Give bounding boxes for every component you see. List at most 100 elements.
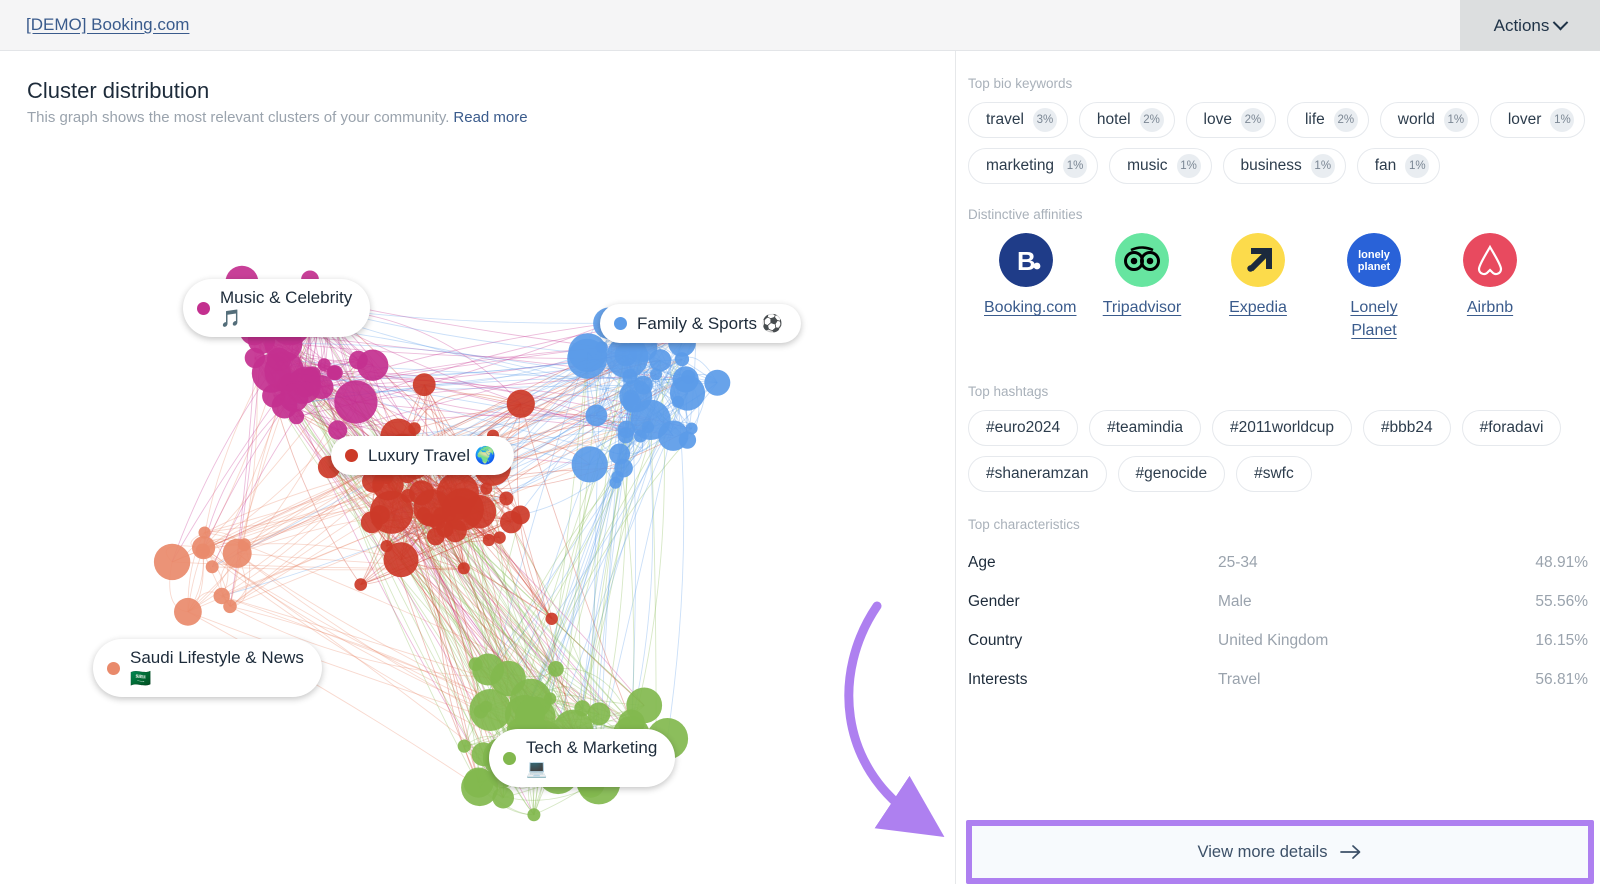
graph-node[interactable] [506, 389, 535, 418]
airbnb-logo-icon [1463, 233, 1517, 287]
graph-node[interactable] [222, 538, 252, 568]
graph-node[interactable] [205, 560, 219, 574]
graph-node[interactable] [271, 392, 298, 419]
cluster-label-saudi-lifestyle-news[interactable]: Saudi Lifestyle & News 🇸🇦 [93, 639, 322, 698]
cluster-label-text: Music & Celebrity 🎵 [220, 288, 353, 329]
graph-node[interactable] [153, 543, 191, 581]
graph-node[interactable] [480, 700, 492, 713]
hashtag-pill[interactable]: #shaneramzan [968, 456, 1107, 492]
graph-node[interactable] [493, 531, 506, 544]
graph-node[interactable] [334, 380, 378, 424]
graph-node[interactable] [622, 393, 642, 413]
cluster-dot-icon [197, 301, 210, 315]
content-area: Cluster distribution This graph shows th… [0, 51, 1600, 884]
bio-keyword-percent: 1% [1176, 154, 1201, 178]
graph-node[interactable] [480, 482, 493, 495]
cluster-label-music-celebrity[interactable]: Music & Celebrity 🎵 [183, 279, 371, 338]
graph-node[interactable] [195, 543, 210, 558]
affinity-name[interactable]: Lonely Planet [1332, 296, 1416, 342]
cluster-label-tech-marketing[interactable]: Tech & Marketing 💻 [489, 729, 676, 788]
graph-node[interactable] [500, 510, 523, 534]
bio-keyword-percent: 2% [1240, 108, 1265, 132]
cluster-dot-icon [614, 317, 627, 331]
graph-node[interactable] [671, 395, 685, 408]
hashtag-pill[interactable]: #2011worldcup [1211, 410, 1352, 446]
cluster-label-family-sports[interactable]: Family & Sports ⚽ [600, 304, 801, 344]
cluster-dot-icon [107, 661, 120, 675]
graph-node[interactable] [685, 422, 698, 435]
graph-node[interactable] [482, 533, 495, 547]
characteristic-percent: 56.81% [1535, 670, 1588, 688]
graph-node[interactable] [380, 540, 393, 553]
bio-keyword-pill[interactable]: travel 3% [968, 102, 1068, 138]
bio-keyword-pill[interactable]: love 2% [1185, 102, 1276, 138]
graph-node[interactable] [641, 421, 655, 434]
affinity-name[interactable]: Tripadvisor [1103, 296, 1182, 319]
graph-node[interactable] [174, 597, 202, 626]
graph-node[interactable] [545, 612, 558, 625]
bio-keyword-pill[interactable]: business 1% [1222, 148, 1346, 184]
graph-node[interactable] [704, 369, 731, 396]
graph-node[interactable] [198, 526, 211, 539]
bio-keyword-pill[interactable]: world 1% [1379, 102, 1479, 138]
graph-node[interactable] [223, 599, 237, 614]
actions-button[interactable]: Actions [1460, 0, 1600, 51]
graph-node[interactable] [595, 341, 608, 354]
bio-keyword-pill[interactable]: hotel 2% [1078, 102, 1175, 138]
bio-keyword-pill[interactable]: marketing 1% [968, 148, 1099, 184]
bio-keyword-word: lover [1507, 111, 1542, 128]
booking-logo-icon: B [999, 233, 1053, 287]
graph-node[interactable] [468, 657, 483, 672]
read-more-link[interactable]: Read more [453, 109, 527, 126]
graph-node[interactable] [357, 349, 389, 381]
graph-node[interactable] [658, 420, 689, 451]
affinity-item-airbnb[interactable]: Airbnb [1432, 233, 1548, 342]
graph-node[interactable] [649, 349, 672, 372]
hashtag-pill[interactable]: #euro2024 [968, 410, 1079, 446]
affinity-name[interactable]: Expedia [1229, 296, 1287, 319]
bio-keyword-pill[interactable]: lover 1% [1489, 102, 1586, 138]
cluster-label-text: Tech & Marketing 💻 [526, 738, 658, 779]
graph-node[interactable] [585, 404, 608, 427]
affinity-item-tripadvisor[interactable]: Tripadvisor [1084, 233, 1200, 342]
graph-node[interactable] [548, 661, 564, 677]
bio-keyword-word: travel [986, 111, 1024, 128]
bio-keyword-pill[interactable]: life 2% [1286, 102, 1369, 138]
hashtag-pill[interactable]: #swfc [1236, 456, 1312, 492]
graph-node[interactable] [571, 446, 608, 483]
graph-node[interactable] [527, 808, 541, 822]
graph-node[interactable] [457, 739, 471, 753]
affinity-item-lonely-planet[interactable]: lonely planet Lonely Planet [1316, 233, 1432, 342]
top-bio-keywords-section: Top bio keywords travel 3% hotel 2% love 2% li… [968, 76, 1588, 184]
graph-node[interactable] [634, 375, 653, 395]
hashtag-pill[interactable]: #foradavi [1461, 410, 1562, 446]
affinity-name[interactable]: Booking.com [984, 296, 1077, 319]
graph-node[interactable] [354, 578, 368, 591]
cluster-label-luxury-travel[interactable]: Luxury Travel 🌍 [331, 436, 514, 476]
graph-node[interactable] [617, 420, 636, 439]
graph-node[interactable] [297, 381, 314, 398]
affinity-item-expedia[interactable]: Expedia [1200, 233, 1316, 342]
graph-node[interactable] [327, 365, 343, 381]
graph-node[interactable] [412, 373, 436, 397]
graph-node[interactable] [447, 496, 472, 520]
graph-node[interactable] [492, 786, 514, 809]
graph-node[interactable] [609, 443, 631, 465]
graph-node[interactable] [499, 491, 514, 506]
hashtag-pill[interactable]: #genocide [1117, 456, 1226, 492]
hashtag-pill[interactable]: #bbb24 [1362, 410, 1451, 446]
affinity-item-booking-com[interactable]: B Booking.com [968, 233, 1084, 342]
characteristic-percent: 48.91% [1535, 553, 1588, 571]
bio-keyword-pill[interactable]: music 1% [1109, 148, 1212, 184]
graph-node[interactable] [457, 562, 470, 575]
account-title-link[interactable]: [DEMO] Booking.com [26, 15, 189, 35]
bio-keyword-list: travel 3% hotel 2% love 2% life 2% world 1% lover 1… [968, 102, 1588, 184]
hashtag-pill[interactable]: #teamindia [1089, 410, 1201, 446]
affinity-name[interactable]: Airbnb [1467, 296, 1513, 319]
svg-text:B: B [1017, 246, 1036, 276]
cluster-network-graph[interactable] [0, 146, 955, 884]
characteristic-row: Gender Male 55.56% [968, 582, 1588, 621]
graph-node[interactable] [443, 518, 467, 543]
bio-keyword-pill[interactable]: fan 1% [1356, 148, 1441, 184]
view-more-details-button[interactable]: View more details [972, 826, 1588, 878]
